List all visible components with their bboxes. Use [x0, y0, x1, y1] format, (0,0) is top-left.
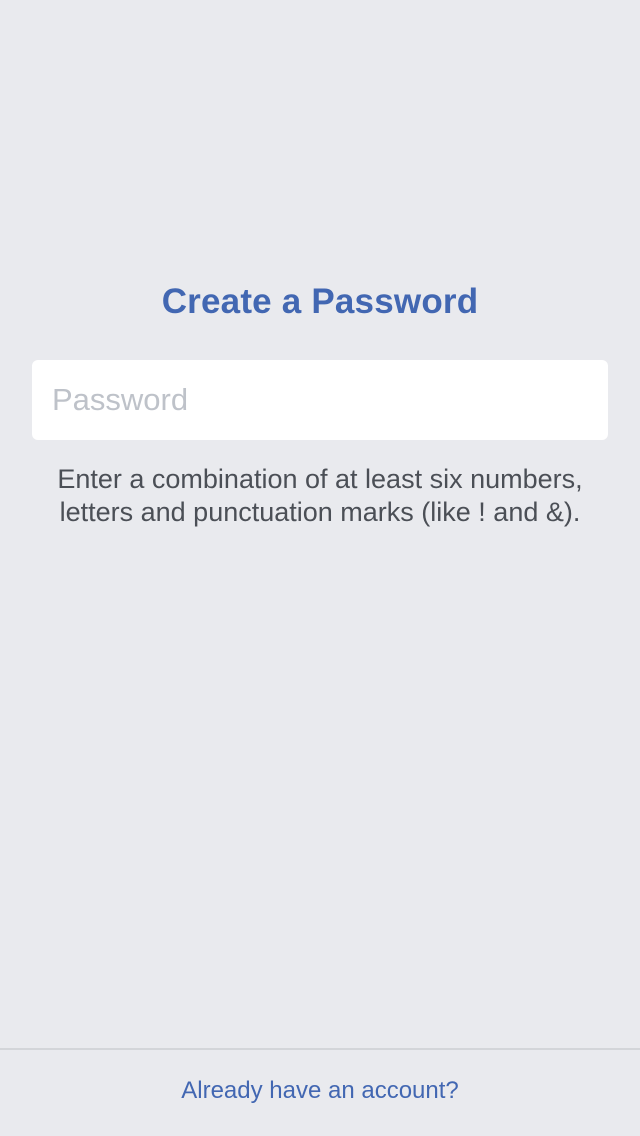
footer-divider [0, 1048, 640, 1050]
create-password-screen: Create a Password Enter a combination of… [0, 0, 640, 1136]
already-have-account-link[interactable]: Already have an account? [0, 1077, 640, 1105]
password-hint-text: Enter a combination of at least six numb… [57, 464, 583, 527]
page-title: Create a Password [161, 282, 479, 321]
password-input[interactable] [32, 360, 608, 440]
